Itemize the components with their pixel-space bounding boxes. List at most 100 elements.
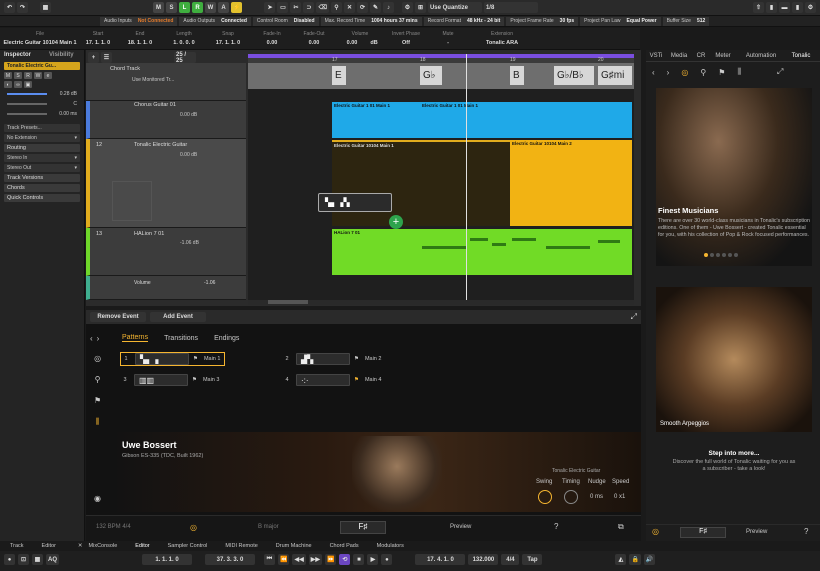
pattern-slot-1[interactable]: 1 ▚▖▗ ⚑ Main 1 xyxy=(120,352,226,366)
undo-button[interactable]: ↶ xyxy=(4,2,15,13)
tab-editor[interactable]: Editor xyxy=(135,543,149,549)
back-icon[interactable]: ‹ xyxy=(90,334,93,343)
info-length[interactable]: 1. 0. 0. 0 xyxy=(166,40,202,46)
tempo-display[interactable]: 132.000 xyxy=(468,554,499,565)
draw-tool-icon[interactable]: ✎ xyxy=(369,2,381,13)
lock-icon[interactable]: ▣ xyxy=(24,81,32,88)
tab-patterns[interactable]: Patterns xyxy=(122,334,149,342)
close-icon[interactable]: ✕ xyxy=(78,543,83,549)
chord-display[interactable]: F♯ xyxy=(340,521,386,534)
pan-slider[interactable] xyxy=(7,103,47,105)
lock-icon[interactable]: 🔒 xyxy=(629,554,641,565)
audio-part[interactable]: Electric Guitar 1 01 Main 1 xyxy=(420,102,632,138)
output-routing[interactable]: Stereo Out ▾ xyxy=(4,164,80,172)
midi-part[interactable]: HALion 7 01 xyxy=(332,229,632,275)
primary-time-display[interactable]: 17. 4. 1. 0 xyxy=(415,554,466,565)
erase-tool-icon[interactable]: ⌫ xyxy=(316,2,329,13)
inspector-pan[interactable]: C xyxy=(4,100,80,108)
preview-button[interactable]: Preview xyxy=(746,529,767,535)
chord-lane[interactable]: E G♭ B G♭/B♭ G♯mi xyxy=(248,63,634,89)
timing-knob[interactable] xyxy=(564,490,578,504)
status-buffer[interactable]: Buffer Size 512 xyxy=(662,16,710,26)
record-icon[interactable]: ● xyxy=(381,554,393,565)
read-button[interactable]: R xyxy=(192,2,203,13)
info-start[interactable]: 17. 1. 1. 0 xyxy=(80,40,116,46)
add-track-button[interactable]: + xyxy=(88,52,99,63)
account-icon[interactable]: ◉ xyxy=(94,494,101,503)
extension-select[interactable]: No Extension ▾ xyxy=(4,134,80,142)
section-track-versions[interactable]: Track Versions xyxy=(4,174,80,182)
pattern-slot-4[interactable]: 4 ·:· ⚑ Main 4 xyxy=(282,373,381,387)
tab-inspector[interactable]: Inspector xyxy=(0,50,35,60)
info-snap[interactable]: 17. 1. 1. 0 xyxy=(210,40,246,46)
range-tool-icon[interactable]: ▭ xyxy=(277,2,289,13)
status-pan-law[interactable]: Project Pan Law Equal Power xyxy=(580,16,661,26)
volume-slider[interactable] xyxy=(7,93,47,95)
info-invert-phase[interactable]: Off xyxy=(386,40,426,46)
automation-button[interactable]: A xyxy=(218,2,229,13)
metronome-icon[interactable]: ◭ xyxy=(615,554,627,565)
chord-event[interactable]: B xyxy=(510,66,524,85)
left-locator[interactable]: 1. 1. 1. 0 xyxy=(142,554,192,565)
compass-icon[interactable]: ◎ xyxy=(190,523,197,532)
help-icon[interactable]: ? xyxy=(804,527,808,536)
layout-icon[interactable]: ⧉ xyxy=(618,522,624,532)
speaker-icon[interactable]: 🔊 xyxy=(643,554,656,565)
nudge-value[interactable]: 0 ms xyxy=(590,494,603,500)
status-frame-rate[interactable]: Project Frame Rate 30 fps xyxy=(506,16,579,26)
chord-event[interactable]: E xyxy=(332,66,346,85)
mute-all-button[interactable]: M xyxy=(153,2,164,13)
solo-all-button[interactable]: S xyxy=(166,2,177,13)
status-control-room[interactable]: Control Room Disabled xyxy=(252,16,319,26)
speed-value[interactable]: 0 x1 xyxy=(614,494,625,500)
stop-icon[interactable]: ■ xyxy=(353,554,365,565)
tab-chord-pads[interactable]: Chord Pads xyxy=(330,543,359,549)
mute-tool-icon[interactable]: ✕ xyxy=(343,2,355,13)
tab-track[interactable]: Track xyxy=(10,543,24,549)
track-volume[interactable]: -1.06 dB xyxy=(180,240,199,246)
track-tonalic-guitar[interactable]: 12 Tonalic Electric Guitar 0.00 dB xyxy=(86,139,246,228)
parameters-icon[interactable]: ⫼ xyxy=(737,67,741,77)
chord-display[interactable]: F♯ xyxy=(680,527,726,538)
punch-icon[interactable]: ⊡ xyxy=(18,554,29,565)
solo-button[interactable]: S xyxy=(14,72,22,79)
forward-icon[interactable]: › xyxy=(667,68,670,77)
zoom-tool-icon[interactable]: ⚲ xyxy=(330,2,342,13)
expand-icon[interactable]: ⤢ xyxy=(777,67,783,77)
redo-button[interactable]: ↷ xyxy=(17,2,28,13)
delay-slider[interactable] xyxy=(7,113,47,115)
expand-icon[interactable]: ⤢ xyxy=(631,312,637,322)
go-to-start-icon[interactable]: ⏮ xyxy=(264,554,275,565)
quantize-value-select[interactable]: 1/8 xyxy=(483,2,538,13)
chord-event[interactable]: G♭/B♭ xyxy=(554,66,594,85)
automation-param[interactable]: Volume xyxy=(134,280,151,286)
mute-button[interactable]: M xyxy=(4,72,12,79)
automation-value[interactable]: -1.06 xyxy=(204,280,215,286)
chord-track-mode[interactable]: Use Monitored Tr... xyxy=(132,77,174,83)
layout-left-icon[interactable]: ▮ xyxy=(766,2,777,13)
previous-marker-icon[interactable]: ⏪ xyxy=(278,554,290,565)
auto-quantize-button[interactable]: AQ xyxy=(46,554,59,565)
link-icon[interactable]: ∞ xyxy=(14,81,22,88)
write-button[interactable]: W xyxy=(205,2,216,13)
tab-transitions[interactable]: Transitions xyxy=(164,335,198,342)
record-mode-icon[interactable]: ● xyxy=(4,554,15,565)
section-quick-controls[interactable]: Quick Controls xyxy=(4,194,80,202)
monitor-icon[interactable]: ◐ xyxy=(4,81,12,88)
audio-part[interactable]: Electric Guitar 1 01 Main 1 xyxy=(332,102,420,138)
subscribe-promo[interactable]: Step into more... Discover the full worl… xyxy=(656,450,812,474)
info-extension[interactable]: Tonalic ARA xyxy=(474,40,530,46)
status-record-format[interactable]: Record Format 48 kHz - 24 bit xyxy=(423,16,505,26)
tab-visibility[interactable]: Visibility xyxy=(45,50,78,60)
tab-tonalic[interactable]: Tonalic xyxy=(786,53,816,59)
layout-right-icon[interactable]: ▮ xyxy=(792,2,803,13)
next-marker-icon[interactable]: ⏩ xyxy=(324,554,337,565)
carousel-dots[interactable] xyxy=(704,253,738,257)
search-icon[interactable]: ⚲ xyxy=(700,68,706,77)
section-chords[interactable]: Chords xyxy=(4,184,80,192)
snap-type-icon[interactable]: ⊞ xyxy=(414,2,426,13)
timewarp-icon[interactable]: ⟳ xyxy=(356,2,368,13)
inspector-volume[interactable]: 0.28 dB xyxy=(4,90,80,98)
compass-icon[interactable]: ◎ xyxy=(652,527,659,536)
inspector-delay[interactable]: 0.00 ms xyxy=(4,110,80,118)
